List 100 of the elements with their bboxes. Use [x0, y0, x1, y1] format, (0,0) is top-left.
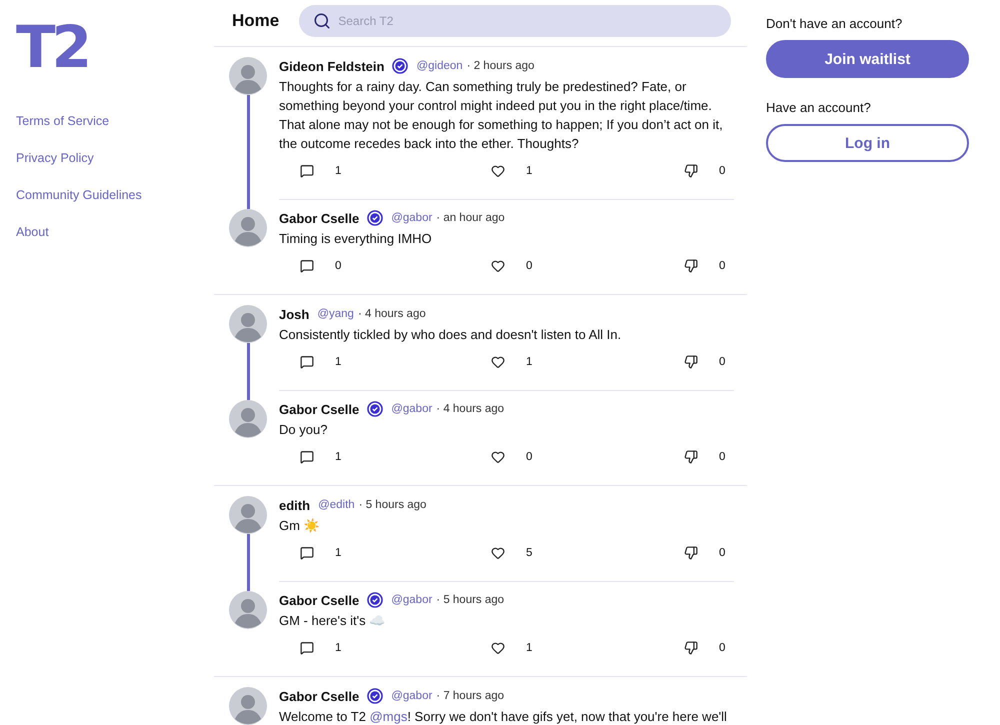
author-name: Gabor Cselle	[279, 402, 360, 416]
reply-button[interactable]	[300, 355, 314, 369]
dislike-button[interactable]	[684, 355, 698, 369]
comment-icon	[300, 450, 314, 464]
footer-link[interactable]: Privacy Policy	[16, 151, 94, 165]
reply-button[interactable]	[300, 641, 314, 655]
dislike-button[interactable]	[684, 546, 698, 560]
avatar[interactable]	[229, 687, 267, 725]
author-name: Gabor Cselle	[279, 210, 360, 226]
author-handle[interactable]: @gabor	[391, 594, 432, 606]
mention-link[interactable]: @mgs	[370, 709, 408, 724]
dislike-button[interactable]	[684, 641, 698, 655]
like-button[interactable]	[491, 355, 505, 369]
signup-prompt: Don't have an account?	[766, 16, 904, 31]
reply-count: 1	[335, 642, 342, 654]
post-text: GM - here's it's ☁	[279, 612, 386, 630]
post-time: · 5 hours ago	[358, 499, 426, 511]
comment-icon	[300, 546, 314, 560]
avatar[interactable]	[229, 400, 267, 438]
author-handle[interactable]: @yang	[317, 308, 354, 320]
like-button[interactable]	[491, 641, 505, 655]
heart-icon	[491, 546, 505, 560]
verified-icon	[367, 210, 384, 226]
heart-icon	[491, 450, 505, 464]
verified-icon	[367, 688, 384, 704]
post-time: · an hour ago	[436, 212, 505, 224]
reply-button[interactable]	[300, 164, 314, 178]
post-time: · 4 hours ago	[436, 403, 504, 415]
page-title: Home	[232, 11, 280, 31]
reply-count: 0	[335, 260, 342, 272]
post-text: Welcome to T2 @mgs! Sorry we don't have gifs yet, now that you're here we'll	[279, 708, 728, 725]
verified-icon	[367, 401, 384, 417]
heart-icon	[491, 164, 505, 178]
footer-link[interactable]: About	[16, 225, 49, 239]
comment-icon	[300, 259, 314, 273]
login-prompt: Have an account?	[766, 100, 872, 115]
like-count: 0	[526, 451, 532, 463]
like-count: 5	[526, 547, 532, 559]
like-button[interactable]	[491, 164, 505, 178]
like-count: 1	[526, 165, 532, 177]
post-text: Do you?	[279, 421, 328, 439]
dislike-count: 0	[719, 642, 726, 654]
post-text: Timing is everything IMHO	[279, 230, 433, 248]
verified-icon	[367, 592, 384, 608]
author-name: Josh	[279, 306, 310, 322]
thumbs-down-icon	[684, 641, 698, 655]
author-handle[interactable]: @edith	[318, 499, 355, 511]
dislike-button[interactable]	[684, 164, 698, 178]
author-name: Gabor Cselle	[279, 688, 360, 704]
dislike-count: 0	[719, 356, 726, 368]
like-button[interactable]	[491, 546, 505, 560]
comment-icon	[300, 355, 314, 369]
reply-button[interactable]	[300, 450, 314, 464]
post-time: · 7 hours ago	[436, 690, 504, 702]
like-count: 0	[526, 260, 532, 272]
avatar[interactable]	[229, 496, 267, 534]
avatar[interactable]	[229, 305, 267, 343]
heart-icon	[491, 259, 505, 273]
heart-icon	[491, 355, 505, 369]
author-name: Gideon Feldstein	[279, 58, 384, 74]
like-button[interactable]	[491, 259, 505, 273]
author-handle[interactable]: @gideon	[416, 60, 463, 72]
dislike-count: 0	[719, 260, 726, 272]
dislike-button[interactable]	[684, 450, 698, 464]
reply-count: 1	[335, 451, 342, 463]
dislike-button[interactable]	[684, 259, 698, 273]
footer-link[interactable]: Terms of Service	[16, 114, 110, 128]
verified-icon	[392, 58, 408, 74]
logo[interactable]: T2	[16, 18, 88, 76]
footer-link[interactable]: Community Guidelines	[16, 188, 142, 202]
reply-count: 1	[335, 356, 342, 368]
post-time: · 5 hours ago	[436, 594, 504, 606]
thumbs-down-icon	[684, 164, 698, 178]
author-handle[interactable]: @gabor	[391, 212, 432, 224]
comment-icon	[300, 641, 314, 655]
like-count: 1	[526, 642, 532, 654]
post-time: · 2 hours ago	[466, 60, 534, 72]
author-handle[interactable]: @gabor	[391, 690, 432, 702]
reply-button[interactable]	[300, 546, 314, 560]
reply-button[interactable]	[300, 259, 314, 273]
thumbs-down-icon	[684, 450, 698, 464]
search-icon	[313, 12, 332, 30]
author-name: Gabor Cselle	[279, 592, 360, 608]
comment-icon	[300, 164, 314, 178]
like-button[interactable]	[491, 450, 505, 464]
join-waitlist-button[interactable]: Join waitlist	[766, 40, 969, 78]
author-handle[interactable]: @gabor	[391, 403, 432, 415]
post-text: Consistently tickled by who does and doesn't listen to All In.	[279, 326, 622, 344]
thumbs-down-icon	[684, 259, 698, 273]
heart-icon	[491, 641, 505, 655]
reply-count: 1	[335, 165, 342, 177]
avatar[interactable]	[229, 591, 267, 629]
login-button[interactable]: Log in	[766, 124, 969, 162]
search-field[interactable]: Search T2	[299, 5, 731, 37]
author-name: edith	[279, 498, 310, 512]
avatar[interactable]	[229, 57, 267, 95]
avatar[interactable]	[229, 209, 267, 247]
thumbs-down-icon	[684, 355, 698, 369]
dislike-count: 0	[719, 547, 726, 559]
reply-count: 1	[335, 547, 342, 559]
